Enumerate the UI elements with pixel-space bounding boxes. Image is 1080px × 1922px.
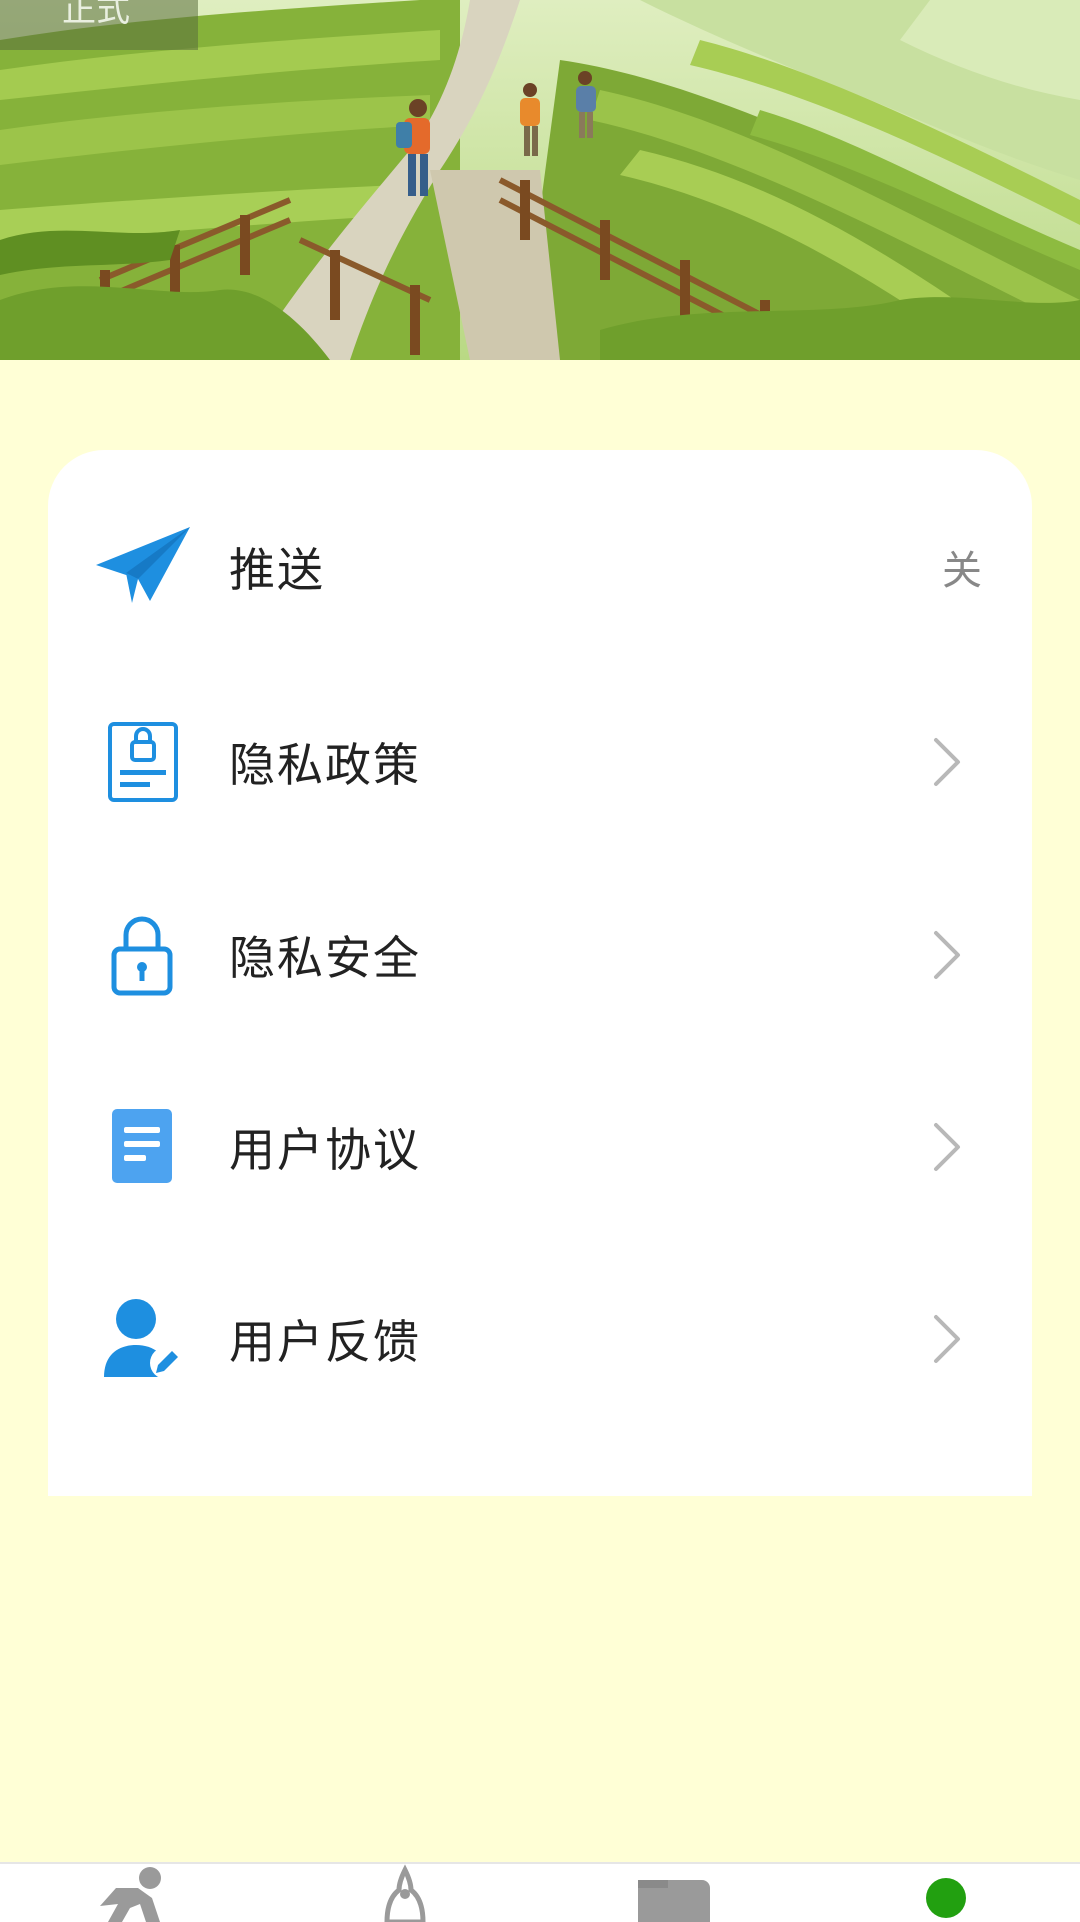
tab-mine[interactable] bbox=[886, 1864, 1006, 1922]
active-dot-icon bbox=[926, 1878, 966, 1918]
settings-row-push[interactable]: 推送 关 bbox=[48, 472, 1032, 662]
settings-row-privacy-security[interactable]: 隐私安全 bbox=[48, 860, 1032, 1050]
settings-row-user-agreement[interactable]: 用户协议 bbox=[48, 1052, 1032, 1242]
chevron-right-icon bbox=[934, 1315, 960, 1363]
document-icon bbox=[112, 1109, 172, 1183]
settings-row-privacy-policy[interactable]: 隐私政策 bbox=[48, 667, 1032, 857]
settings-card: 推送 关 隐私政策 隐私安全 用户协议 用户反馈 bbox=[48, 450, 1032, 1496]
settings-row-label: 隐私政策 bbox=[229, 738, 421, 792]
environment-badge: 正式 bbox=[0, 0, 198, 50]
settings-row-label: 推送 bbox=[229, 543, 325, 597]
privacy-document-icon bbox=[108, 722, 178, 802]
tea-terrace-hiking-illustration bbox=[0, 0, 1080, 360]
paper-plane-icon bbox=[96, 527, 190, 603]
push-status-value: 关 bbox=[942, 548, 982, 594]
header-illustration: 正式 bbox=[0, 0, 1080, 360]
bottom-tab-bar bbox=[0, 1862, 1080, 1922]
padlock-icon bbox=[111, 916, 173, 996]
tab-meditation[interactable] bbox=[345, 1864, 465, 1922]
running-icon bbox=[100, 1867, 161, 1922]
tab-card[interactable] bbox=[614, 1864, 734, 1922]
chevron-right-icon bbox=[934, 931, 960, 979]
settings-row-label: 用户协议 bbox=[229, 1123, 421, 1177]
settings-row-label: 隐私安全 bbox=[229, 931, 421, 985]
settings-row-user-feedback[interactable]: 用户反馈 bbox=[48, 1244, 1032, 1434]
card-icon bbox=[638, 1880, 710, 1922]
meditation-icon bbox=[384, 1864, 426, 1922]
tab-running[interactable] bbox=[82, 1864, 202, 1922]
user-edit-icon bbox=[104, 1299, 182, 1379]
settings-row-label: 用户反馈 bbox=[229, 1315, 421, 1369]
chevron-right-icon bbox=[934, 738, 960, 786]
chevron-right-icon bbox=[934, 1123, 960, 1171]
